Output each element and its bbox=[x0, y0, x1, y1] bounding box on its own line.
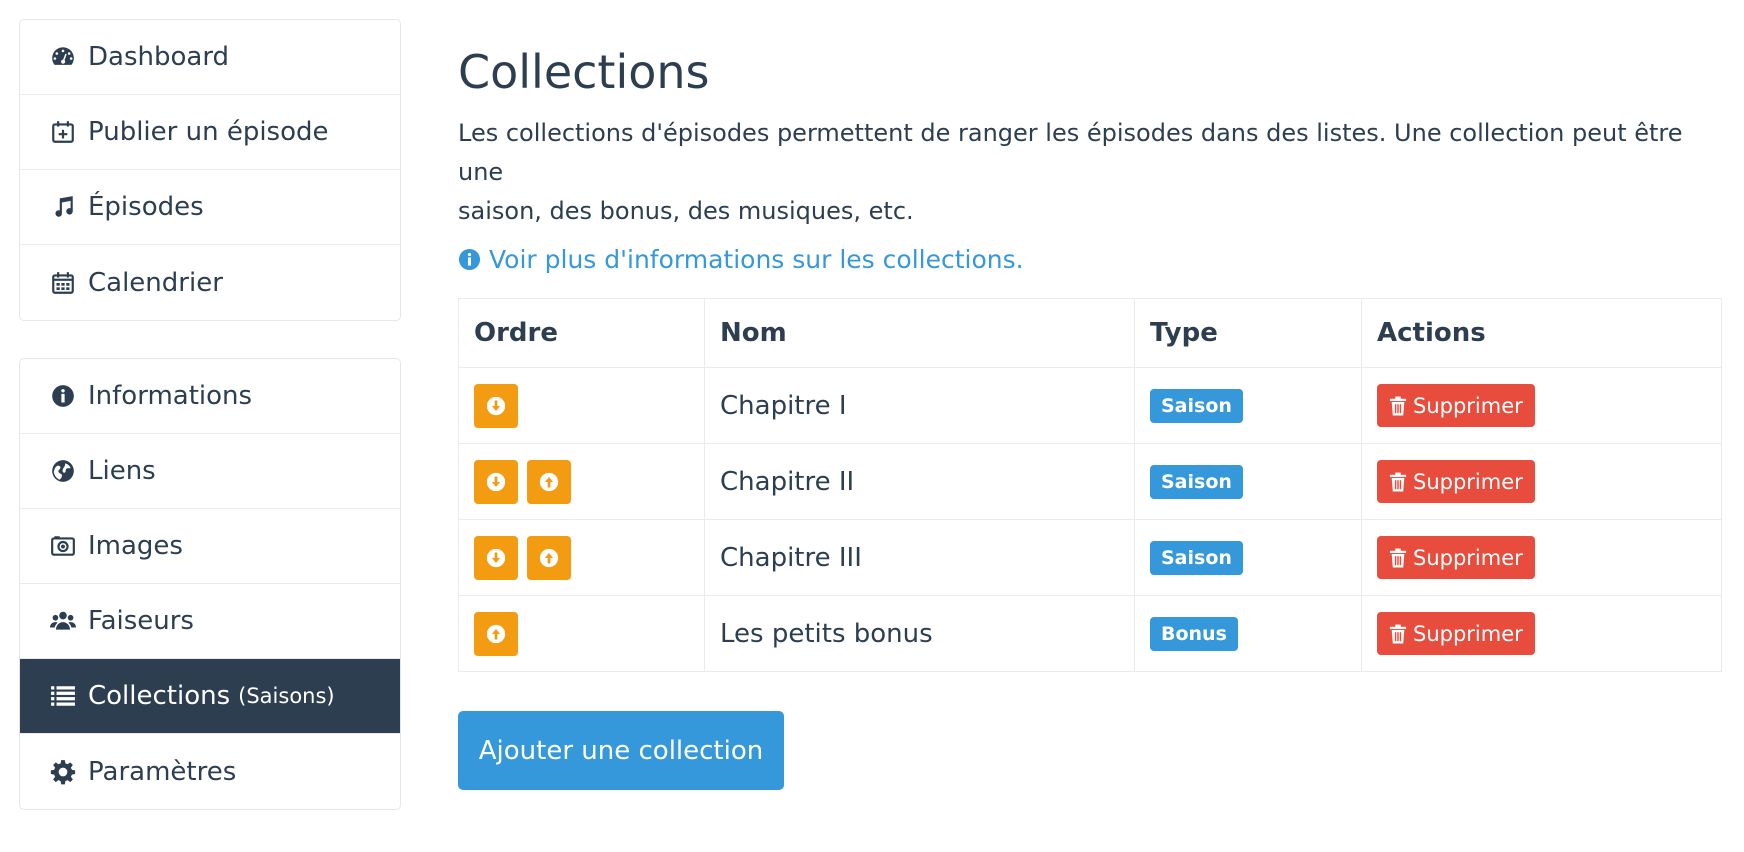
name-cell: Les petits bonus bbox=[704, 595, 1135, 673]
info-circle-icon bbox=[458, 249, 481, 271]
move-down-button[interactable] bbox=[474, 459, 518, 504]
table-header-row: Ordre Nom Type Actions bbox=[458, 298, 1722, 369]
sidebar-item-sublabel: (Saisons) bbox=[238, 684, 335, 708]
main-content: Collections Les collections d'épisodes p… bbox=[458, 45, 1728, 791]
info-icon bbox=[50, 383, 76, 409]
table-row: Les petits bonus Bonus Supprimer bbox=[458, 595, 1722, 673]
delete-button[interactable]: Supprimer bbox=[1377, 536, 1535, 580]
header-type: Type bbox=[1134, 298, 1362, 369]
order-cell bbox=[458, 595, 705, 673]
camera-icon bbox=[50, 533, 76, 559]
name-cell: Chapitre III bbox=[704, 519, 1135, 597]
sidebar-item-calendar[interactable]: Calendrier bbox=[20, 245, 400, 320]
sidebar-item-episodes[interactable]: Épisodes bbox=[20, 170, 400, 245]
globe-icon bbox=[50, 458, 76, 484]
sidebar-item-informations[interactable]: Informations bbox=[20, 359, 400, 434]
table-row: Chapitre II Saison Supprimer bbox=[458, 443, 1722, 521]
sidebar-item-dashboard[interactable]: Dashboard bbox=[20, 20, 400, 95]
trash-icon bbox=[1389, 472, 1407, 492]
move-up-button[interactable] bbox=[527, 535, 571, 580]
users-icon bbox=[50, 608, 76, 634]
trash-icon bbox=[1389, 624, 1407, 644]
sidebar-item-images[interactable]: Images bbox=[20, 509, 400, 584]
actions-cell: Supprimer bbox=[1361, 519, 1722, 597]
actions-cell: Supprimer bbox=[1361, 443, 1722, 521]
type-cell: Bonus bbox=[1134, 595, 1362, 673]
arrow-circle-down-icon bbox=[486, 396, 506, 415]
table-row: Chapitre III Saison Supprimer bbox=[458, 519, 1722, 597]
move-down-button[interactable] bbox=[474, 535, 518, 580]
sidebar-item-label: Collections bbox=[88, 681, 231, 711]
type-badge: Saison bbox=[1150, 540, 1243, 575]
arrow-circle-up-icon bbox=[486, 624, 506, 643]
gear-icon bbox=[50, 759, 76, 785]
order-cell bbox=[458, 367, 705, 445]
delete-button[interactable]: Supprimer bbox=[1377, 384, 1535, 428]
sidebar-item-label: Dashboard bbox=[88, 42, 230, 72]
move-down-button[interactable] bbox=[474, 383, 518, 428]
collections-table: Ordre Nom Type Actions Chapitre I Saison… bbox=[458, 298, 1722, 673]
sidebar-item-label: Calendrier bbox=[88, 267, 223, 298]
intro-line-1: Les collections d'épisodes permettent de… bbox=[458, 119, 1683, 187]
trash-icon bbox=[1389, 396, 1407, 416]
arrow-circle-up-icon bbox=[539, 472, 559, 491]
delete-button[interactable]: Supprimer bbox=[1377, 460, 1535, 504]
delete-button[interactable]: Supprimer bbox=[1377, 612, 1535, 656]
sidebar-item-label: Liens bbox=[88, 456, 156, 486]
sidebar-item-links[interactable]: Liens bbox=[20, 434, 400, 509]
type-badge: Saison bbox=[1150, 388, 1243, 423]
sidebar-item-collections[interactable]: Collections (Saisons) bbox=[20, 659, 400, 734]
info-link[interactable]: Voir plus d'informations sur les collect… bbox=[458, 245, 1728, 274]
sidebar-item-label: Faiseurs bbox=[88, 606, 194, 636]
type-cell: Saison bbox=[1134, 519, 1362, 597]
intro-text: Les collections d'épisodes permettent de… bbox=[458, 114, 1728, 231]
header-name: Nom bbox=[704, 298, 1135, 369]
calendar-plus-icon bbox=[50, 119, 76, 145]
name-cell: Chapitre II bbox=[704, 443, 1135, 521]
move-up-button[interactable] bbox=[527, 459, 571, 504]
arrow-circle-down-icon bbox=[486, 548, 506, 567]
type-badge: Bonus bbox=[1150, 616, 1238, 651]
sidebar-item-publish-episode[interactable]: Publier un épisode bbox=[20, 95, 400, 170]
arrow-circle-down-icon bbox=[486, 472, 506, 491]
type-cell: Saison bbox=[1134, 367, 1362, 445]
sidebar: Dashboard Publier un épisode Épisodes Ca… bbox=[19, 19, 401, 847]
type-cell: Saison bbox=[1134, 443, 1362, 521]
intro-line-2: saison, des bonus, des musiques, etc. bbox=[458, 197, 914, 226]
type-badge: Saison bbox=[1150, 464, 1243, 499]
sidebar-item-label: Images bbox=[88, 531, 183, 561]
delete-label: Supprimer bbox=[1413, 621, 1523, 646]
dashboard-icon bbox=[50, 44, 76, 70]
actions-cell: Supprimer bbox=[1361, 595, 1722, 673]
actions-cell: Supprimer bbox=[1361, 367, 1722, 445]
table-row: Chapitre I Saison Supprimer bbox=[458, 367, 1722, 445]
sidebar-item-settings[interactable]: Paramètres bbox=[20, 734, 400, 809]
order-cell bbox=[458, 519, 705, 597]
trash-icon bbox=[1389, 548, 1407, 568]
sidebar-item-label: Épisodes bbox=[88, 192, 204, 222]
sidebar-group-main: Dashboard Publier un épisode Épisodes Ca… bbox=[19, 19, 401, 321]
delete-label: Supprimer bbox=[1413, 469, 1523, 494]
arrow-circle-up-icon bbox=[539, 548, 559, 567]
calendar-icon bbox=[50, 270, 76, 296]
move-up-button[interactable] bbox=[474, 611, 518, 656]
sidebar-item-label: Publier un épisode bbox=[88, 117, 329, 147]
sidebar-item-label: Paramètres bbox=[88, 756, 237, 787]
delete-label: Supprimer bbox=[1413, 545, 1523, 570]
page-title: Collections bbox=[458, 45, 710, 99]
header-actions: Actions bbox=[1361, 298, 1722, 369]
music-icon bbox=[50, 194, 76, 220]
delete-label: Supprimer bbox=[1413, 393, 1523, 418]
add-collection-button[interactable]: Ajouter une collection bbox=[458, 711, 784, 791]
list-icon bbox=[50, 683, 76, 709]
sidebar-group-settings: Informations Liens Images Faiseurs Colle… bbox=[19, 358, 401, 810]
sidebar-item-label: Informations bbox=[88, 381, 253, 411]
name-cell: Chapitre I bbox=[704, 367, 1135, 445]
info-link-label: Voir plus d'informations sur les collect… bbox=[489, 245, 1024, 275]
sidebar-item-makers[interactable]: Faiseurs bbox=[20, 584, 400, 659]
header-order: Ordre bbox=[458, 298, 705, 369]
order-cell bbox=[458, 443, 705, 521]
